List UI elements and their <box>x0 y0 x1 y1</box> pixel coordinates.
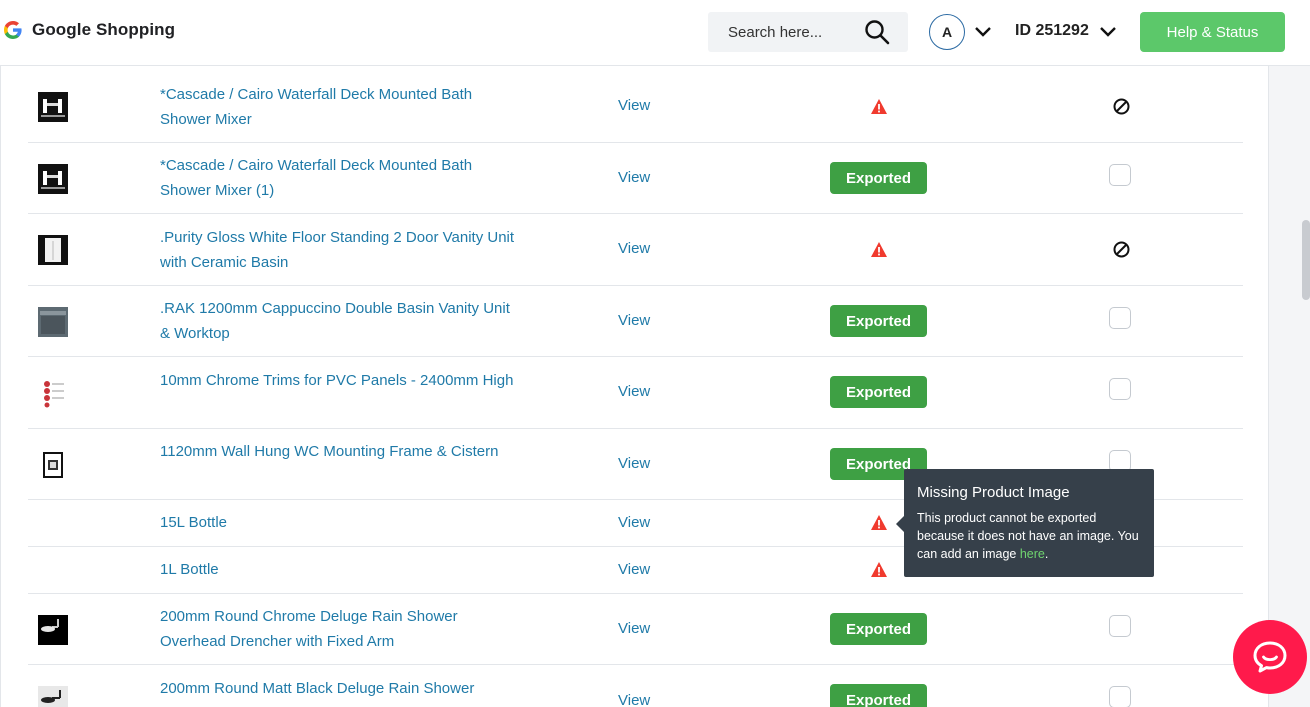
chevron-down-icon[interactable] <box>1099 26 1117 38</box>
brand[interactable]: Google Shopping <box>4 20 175 40</box>
warning-icon[interactable] <box>870 514 888 531</box>
scrollbar-track[interactable] <box>1268 66 1310 707</box>
search-icon[interactable] <box>864 19 890 45</box>
product-name-link[interactable]: 10mm Chrome Trims for PVC Panels - 2400m… <box>160 368 520 393</box>
view-link[interactable]: View <box>618 561 650 578</box>
chat-button[interactable] <box>1233 620 1307 694</box>
tooltip-title: Missing Product Image <box>917 484 1070 501</box>
row-checkbox[interactable] <box>1109 164 1131 186</box>
product-name-link[interactable]: 1L Bottle <box>160 557 520 582</box>
view-link[interactable]: View <box>618 620 650 637</box>
exported-badge: Exported <box>830 613 927 645</box>
product-thumbnail-cappuccino-vanity-icon <box>38 307 68 337</box>
add-image-link[interactable]: here <box>1020 547 1045 561</box>
google-logo-icon <box>4 21 22 39</box>
product-thumbnail-vanity-icon <box>38 235 68 265</box>
view-link[interactable]: View <box>618 514 650 531</box>
chevron-down-icon[interactable] <box>974 26 992 38</box>
chat-bubble-icon <box>1253 641 1287 673</box>
view-link[interactable]: View <box>618 169 650 186</box>
warning-icon[interactable] <box>870 98 888 115</box>
product-thumbnail-shower-head-icon <box>38 615 68 645</box>
row-checkbox[interactable] <box>1109 378 1131 400</box>
blocked-icon <box>1113 241 1130 258</box>
product-name-link[interactable]: *Cascade / Cairo Waterfall Deck Mounted … <box>160 153 520 203</box>
tooltip-suffix: . <box>1044 547 1049 561</box>
table-row: 200mm Round Chrome Deluge Rain Shower Ov… <box>28 594 1243 665</box>
table-row: 10mm Chrome Trims for PVC Panels - 2400m… <box>28 357 1243 429</box>
scrollbar-thumb[interactable] <box>1302 220 1310 300</box>
product-name-link[interactable]: 200mm Round Matt Black Deluge Rain Showe… <box>160 676 520 707</box>
exported-badge: Exported <box>830 305 927 337</box>
product-thumbnail-mixer-icon <box>38 92 68 122</box>
exported-badge: Exported <box>830 376 927 408</box>
view-link[interactable]: View <box>618 383 650 400</box>
tooltip-body: This product cannot be exported because … <box>917 509 1141 563</box>
account-id[interactable]: ID 251292 <box>1015 22 1089 40</box>
product-thumbnail-shower-head-icon <box>38 686 68 707</box>
product-name-link[interactable]: 200mm Round Chrome Deluge Rain Shower Ov… <box>160 604 520 654</box>
product-thumbnail-trims-icon <box>38 378 68 408</box>
product-name-link[interactable]: .RAK 1200mm Cappuccino Double Basin Vani… <box>160 296 520 346</box>
view-link[interactable]: View <box>618 455 650 472</box>
product-table: *Cascade / Cairo Waterfall Deck Mounted … <box>0 66 1268 707</box>
product-name-link[interactable]: .Purity Gloss White Floor Standing 2 Doo… <box>160 225 520 275</box>
table-row: *Cascade / Cairo Waterfall Deck Mounted … <box>28 71 1243 143</box>
help-status-button[interactable]: Help & Status <box>1140 12 1285 52</box>
product-name-link[interactable]: 15L Bottle <box>160 510 520 535</box>
product-name-link[interactable]: *Cascade / Cairo Waterfall Deck Mounted … <box>160 82 520 132</box>
table-row: .RAK 1200mm Cappuccino Double Basin Vani… <box>28 286 1243 357</box>
search-placeholder: Search here... <box>728 23 823 41</box>
blocked-icon <box>1113 98 1130 115</box>
view-link[interactable]: View <box>618 692 650 707</box>
row-checkbox[interactable] <box>1109 686 1131 707</box>
view-link[interactable]: View <box>618 312 650 329</box>
avatar[interactable]: A <box>929 14 965 50</box>
exported-badge: Exported <box>830 684 927 707</box>
product-thumbnail-wc-frame-icon <box>38 450 68 480</box>
row-checkbox[interactable] <box>1109 307 1131 329</box>
brand-title: Google Shopping <box>32 20 176 39</box>
product-thumbnail-mixer-icon <box>38 164 68 194</box>
search-input[interactable]: Search here... <box>708 12 908 52</box>
row-checkbox[interactable] <box>1109 615 1131 637</box>
warning-icon[interactable] <box>870 241 888 258</box>
table-row: 200mm Round Matt Black Deluge Rain Showe… <box>28 665 1243 707</box>
table-row: *Cascade / Cairo Waterfall Deck Mounted … <box>28 143 1243 214</box>
view-link[interactable]: View <box>618 97 650 114</box>
top-bar: Google Shopping Search here... A ID 2512… <box>0 0 1310 66</box>
exported-badge: Exported <box>830 162 927 194</box>
view-link[interactable]: View <box>618 240 650 257</box>
missing-image-tooltip: Missing Product Image This product canno… <box>896 469 1154 577</box>
table-row: .Purity Gloss White Floor Standing 2 Doo… <box>28 214 1243 286</box>
product-name-link[interactable]: 1120mm Wall Hung WC Mounting Frame & Cis… <box>160 439 520 464</box>
warning-icon[interactable] <box>870 561 888 578</box>
